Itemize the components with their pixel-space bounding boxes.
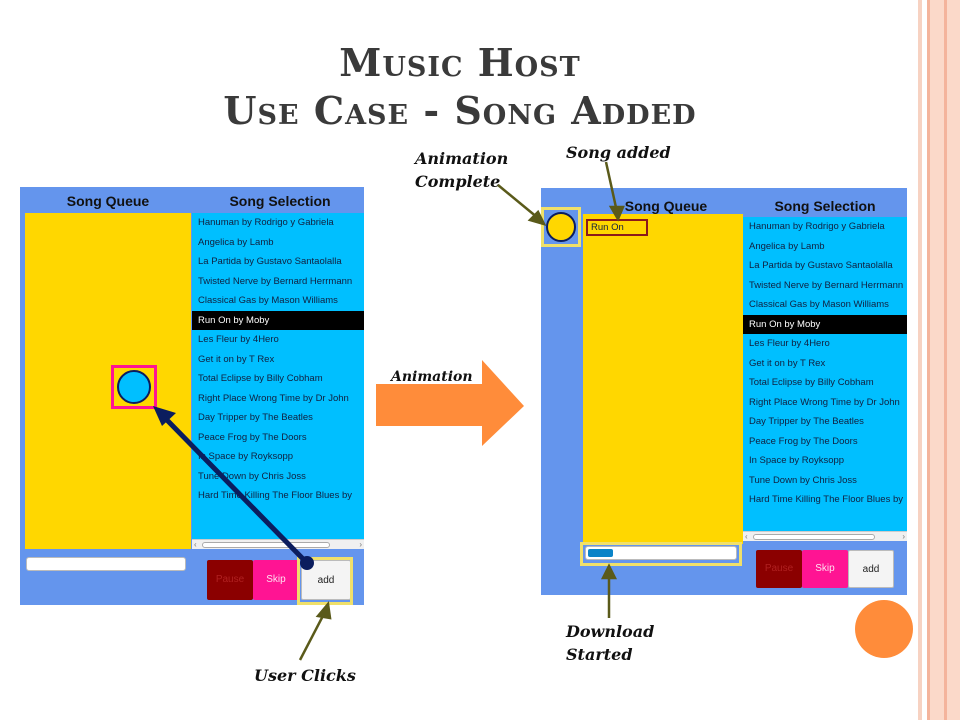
song-queue-panel (25, 213, 191, 549)
song-list-item[interactable]: Angelica by Lamb (743, 237, 907, 257)
song-list-item[interactable]: Peace Frog by The Doors (192, 428, 364, 448)
scroll-right-icon[interactable]: › (902, 532, 905, 541)
song-list-item[interactable]: Run On by Moby (192, 310, 364, 330)
decorative-orange-circle (855, 600, 913, 658)
song-selection-list[interactable]: Hanuman by Rodrigo y Gabriela Angelica by… (192, 213, 364, 549)
song-list-item[interactable]: Classical Gas by Mason Williams (192, 291, 364, 311)
label-animation: Animation (391, 369, 473, 385)
selection-header: Song Selection (229, 193, 331, 209)
song-list-item[interactable]: Hanuman by Rodrigo y Gabriela (192, 213, 364, 233)
pause-button[interactable]: Pause (207, 560, 253, 600)
song-list-item[interactable]: Classical Gas by Mason Williams (743, 295, 907, 315)
song-list-item[interactable]: Twisted Nerve by Bernard Herrmann (192, 272, 364, 292)
scroll-right-icon[interactable]: › (359, 540, 362, 549)
song-list-item[interactable]: Total Eclipse by Billy Cobham (743, 373, 907, 393)
song-list-item[interactable]: Hard Time Killing The Floor Blues by (192, 486, 364, 506)
user-clicks-pointer-line (298, 609, 328, 661)
skip-button[interactable]: Skip (253, 560, 299, 600)
song-list-item[interactable]: Total Eclipse by Billy Cobham (192, 369, 364, 389)
song-list-item[interactable]: Day Tripper by The Beatles (743, 412, 907, 432)
download-progress-bar (26, 557, 186, 571)
slide-title-line2: Use Case - Song Added (223, 88, 697, 133)
song-list-items-after: Hanuman by Rodrigo y Gabriela Angelica by… (743, 217, 907, 510)
slide-title-line1: Music Host (339, 40, 581, 85)
song-list-item[interactable]: Twisted Nerve by Bernard Herrmann (743, 276, 907, 296)
label-animation-complete: Animation Complete (415, 149, 509, 191)
queued-song-token-icon (546, 212, 576, 242)
song-list-item[interactable]: In Space by Royksopp (192, 447, 364, 467)
horizontal-scrollbar-after[interactable]: ‹ › (743, 531, 907, 541)
song-selection-list-after[interactable]: Hanuman by Rodrigo y Gabriela Angelica by… (743, 217, 907, 541)
pause-button-after[interactable]: Pause (756, 550, 802, 588)
scroll-left-icon[interactable]: ‹ (745, 532, 748, 541)
song-list-item[interactable]: La Partida by Gustavo Santaolalla (743, 256, 907, 276)
slide-border-stripe (918, 0, 922, 720)
song-list-item[interactable]: In Space by Royksopp (743, 451, 907, 471)
song-list-item[interactable]: Right Place Wrong Time by Dr John (743, 393, 907, 413)
song-list-item[interactable]: La Partida by Gustavo Santaolalla (192, 252, 364, 272)
song-list-item[interactable]: Les Fleur by 4Hero (743, 334, 907, 354)
label-song-added: Song added (566, 143, 671, 162)
song-list-item[interactable]: Hanuman by Rodrigo y Gabriela (743, 217, 907, 237)
scroll-left-icon[interactable]: ‹ (194, 540, 197, 549)
scrollbar-thumb[interactable] (202, 542, 330, 548)
download-bar-highlight (580, 542, 742, 566)
app-window-after: Song Queue Song Selection Hanuman by Rod… (541, 188, 907, 595)
song-list-item[interactable]: Get it on by T Rex (192, 350, 364, 370)
add-button-after[interactable]: add (848, 550, 894, 588)
song-list-item[interactable]: Tune Down by Chris Joss (192, 467, 364, 487)
queue-header-after: Song Queue (624, 198, 708, 214)
label-download-started: Download Started (566, 622, 655, 664)
song-list-item[interactable]: Tune Down by Chris Joss (743, 471, 907, 491)
song-list-item[interactable]: Hard Time Killing The Floor Blues by (743, 490, 907, 510)
user-clicks-arrowhead-icon (315, 601, 332, 620)
skip-button-after[interactable]: Skip (802, 550, 848, 588)
app-window-before: Song Queue Song Selection Hanuman by Rod… (20, 187, 364, 605)
add-button-highlight (297, 557, 353, 605)
queued-song-item[interactable]: Run On (586, 219, 648, 236)
selection-header-after: Song Selection (774, 198, 876, 214)
label-user-clicks: User Clicks (254, 666, 356, 685)
song-list-item[interactable]: Les Fleur by 4Hero (192, 330, 364, 350)
queue-header: Song Queue (66, 193, 150, 209)
song-list-item[interactable]: Angelica by Lamb (192, 233, 364, 253)
slide-border-line (944, 0, 947, 720)
song-list-item[interactable]: Right Place Wrong Time by Dr John (192, 389, 364, 409)
song-queue-panel-after (583, 214, 743, 544)
song-list-item[interactable]: Get it on by T Rex (743, 354, 907, 374)
song-list-item[interactable]: Peace Frog by The Doors (743, 432, 907, 452)
song-list-item[interactable]: Run On by Moby (743, 314, 907, 334)
song-list-item[interactable]: Day Tripper by The Beatles (192, 408, 364, 428)
scrollbar-thumb[interactable] (753, 534, 875, 540)
song-list-items: Hanuman by Rodrigo y Gabriela Angelica by… (192, 213, 364, 506)
song-token-icon (117, 370, 151, 404)
horizontal-scrollbar[interactable]: ‹ › (192, 539, 364, 549)
